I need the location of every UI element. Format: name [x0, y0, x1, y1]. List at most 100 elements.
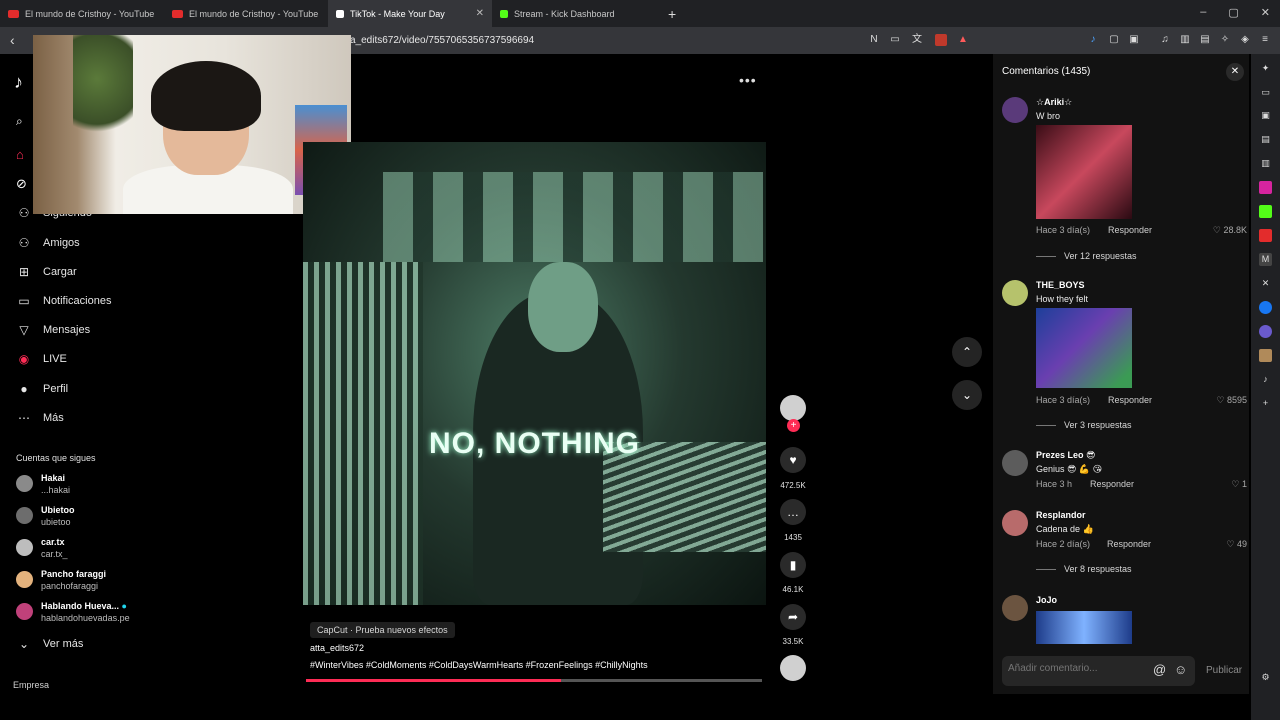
vpn-side-icon[interactable]: ▭ [1259, 86, 1272, 99]
avatar[interactable] [1002, 595, 1028, 621]
settings-gear-icon[interactable]: ⚙ [1259, 671, 1272, 684]
m-app-icon[interactable]: M [1259, 253, 1272, 266]
tab-tiktok[interactable]: TikTok - Make Your Day ✕ [328, 0, 492, 27]
nav-mensajes[interactable]: ▽ Mensajes [16, 323, 90, 337]
comment-input[interactable] [1008, 663, 1148, 674]
reply-button[interactable]: Responder [1090, 479, 1134, 489]
like-button[interactable]: ♥ [780, 447, 806, 473]
translate-icon[interactable]: 文 [911, 34, 923, 46]
video-hashtags[interactable]: #WinterVibes #ColdMoments #ColdDaysWarmH… [310, 660, 648, 670]
leo-ai-icon[interactable]: ✦ [1259, 62, 1272, 75]
reply-button[interactable]: Responder [1108, 225, 1152, 235]
nav-live[interactable]: ◉ LIVE [16, 352, 67, 366]
restore-button[interactable]: ▢ [1228, 6, 1238, 19]
cast-icon[interactable]: ▢ [1108, 34, 1120, 46]
comment-user[interactable]: JoJo [1036, 595, 1057, 605]
close-window-button[interactable]: ✕ [1261, 6, 1270, 19]
video-player[interactable]: NO, NOTHING [303, 142, 766, 605]
nav-notificaciones[interactable]: ▭ Notificaciones [16, 294, 111, 308]
avatar[interactable] [1002, 450, 1028, 476]
add-panel-icon[interactable]: + [1259, 397, 1272, 410]
followed-account[interactable]: Hakai ...hakai [16, 473, 70, 496]
next-video-button[interactable]: ⌄ [952, 380, 982, 410]
nav-amigos[interactable]: ⚇ Amigos [16, 236, 80, 250]
view-replies-button[interactable]: Ver 3 respuestas [1036, 420, 1132, 430]
comment-user[interactable]: Prezes Leo 😎 [1036, 450, 1095, 461]
followed-account[interactable]: Ubietoo ubietoo [16, 505, 75, 528]
avatar[interactable] [1002, 510, 1028, 536]
company-link[interactable]: Empresa [13, 680, 49, 690]
nav-cargar[interactable]: ⊞ Cargar [16, 265, 77, 279]
followed-account[interactable]: Pancho faraggi panchofaraggi [16, 569, 106, 592]
url-field[interactable]: a_edits672/video/7557065356737596694 [350, 35, 534, 46]
comment-user[interactable]: Resplandor [1036, 510, 1086, 520]
x-icon[interactable]: ✕ [1259, 277, 1272, 290]
comment-likes[interactable]: ♡ 49 [1226, 539, 1247, 550]
mention-icon[interactable]: @ [1153, 662, 1166, 677]
app-icon-2[interactable] [1259, 349, 1272, 362]
music-icon[interactable]: ♫ [1159, 34, 1171, 46]
share-button[interactable]: ➦ [780, 604, 806, 630]
avatar[interactable] [1002, 280, 1028, 306]
wallet-side-icon[interactable]: ▣ [1259, 109, 1272, 122]
emoji-icon[interactable]: ☺ [1174, 662, 1187, 677]
capcut-banner[interactable]: CapCut · Prueba nuevos efectos [310, 622, 455, 638]
nav-perfil[interactable]: ● Perfil [16, 382, 68, 396]
close-comments-button[interactable]: ✕ [1226, 63, 1244, 81]
bookmarks-icon[interactable]: ▤ [1259, 133, 1272, 146]
tiktok-side-icon[interactable]: ♪ [1259, 373, 1272, 386]
vpn-icon[interactable]: ◈ [1239, 34, 1251, 46]
comment-user[interactable]: THE_BOYS [1036, 280, 1085, 290]
tab-youtube-2[interactable]: El mundo de Cristhoy - YouTube [164, 0, 328, 27]
facebook-icon[interactable] [1259, 301, 1272, 314]
screen-icon[interactable]: ▭ [889, 34, 901, 46]
followed-account[interactable]: Hablando Huevа... ● hablandohuevadas.pe [16, 601, 130, 624]
new-tab-button[interactable]: + [668, 6, 676, 22]
media-icon[interactable]: ▣ [1128, 34, 1140, 46]
menu-icon[interactable]: ≡ [1259, 34, 1271, 46]
youtube-side-icon[interactable] [1259, 229, 1272, 242]
nav-mas[interactable]: ⋯ Más [16, 411, 64, 425]
reading-list-icon[interactable]: ▥ [1259, 157, 1272, 170]
search-icon[interactable]: ⌕ [16, 114, 23, 129]
close-tab-icon[interactable]: ✕ [476, 8, 484, 19]
audio-icon[interactable]: ♪ [1087, 34, 1099, 46]
see-more-button[interactable]: ⌄ Ver más [16, 637, 83, 651]
sound-disc-icon[interactable] [780, 655, 806, 681]
reader-icon[interactable]: N [868, 34, 880, 46]
save-button[interactable]: ▮ [780, 552, 806, 578]
explore-icon[interactable]: ⊘ [16, 176, 27, 192]
creator-avatar[interactable] [780, 395, 806, 421]
avatar[interactable] [1002, 97, 1028, 123]
more-options-icon[interactable]: ••• [739, 72, 757, 88]
reply-button[interactable]: Responder [1108, 395, 1152, 405]
followed-account[interactable]: car.tx car.tx_ [16, 537, 68, 560]
comment-likes[interactable]: ♡ 8595 [1216, 395, 1247, 406]
comment-user[interactable]: ☆Ariki☆ [1036, 97, 1072, 108]
tab-youtube-1[interactable]: El mundo de Cristhoy - YouTube [0, 0, 164, 27]
comment-button[interactable]: … [780, 499, 806, 525]
back-arrow-icon[interactable]: ‹ [10, 32, 15, 48]
minimize-button[interactable]: – [1200, 6, 1206, 19]
video-progress-bar[interactable] [306, 679, 762, 682]
comment-image[interactable] [1036, 611, 1132, 644]
brave-shield-icon[interactable] [935, 34, 947, 46]
view-replies-button[interactable]: Ver 12 respuestas [1036, 251, 1137, 261]
home-icon[interactable]: ⌂ [16, 147, 24, 162]
previous-video-button[interactable]: ⌃ [952, 337, 982, 367]
rewards-icon[interactable]: ▲ [957, 34, 969, 46]
publish-button[interactable]: Publicar [1206, 665, 1242, 676]
view-replies-button[interactable]: Ver 8 respuestas [1036, 564, 1132, 574]
reply-button[interactable]: Responder [1107, 539, 1151, 549]
instagram-icon[interactable] [1259, 181, 1272, 194]
comment-likes[interactable]: ♡ 1 [1231, 479, 1247, 490]
kick-side-icon[interactable] [1259, 205, 1272, 218]
wallet-icon[interactable]: ▤ [1199, 34, 1211, 46]
video-author[interactable]: atta_edits672 [310, 643, 364, 653]
follow-plus-icon[interactable]: + [787, 419, 800, 432]
tab-kick[interactable]: Stream - Kick Dashboard [492, 0, 656, 27]
tiktok-logo-icon[interactable]: ♪ [14, 72, 23, 93]
sidebar-icon[interactable]: ▥ [1179, 34, 1191, 46]
app-icon[interactable] [1259, 325, 1272, 338]
comment-image[interactable] [1036, 125, 1132, 219]
